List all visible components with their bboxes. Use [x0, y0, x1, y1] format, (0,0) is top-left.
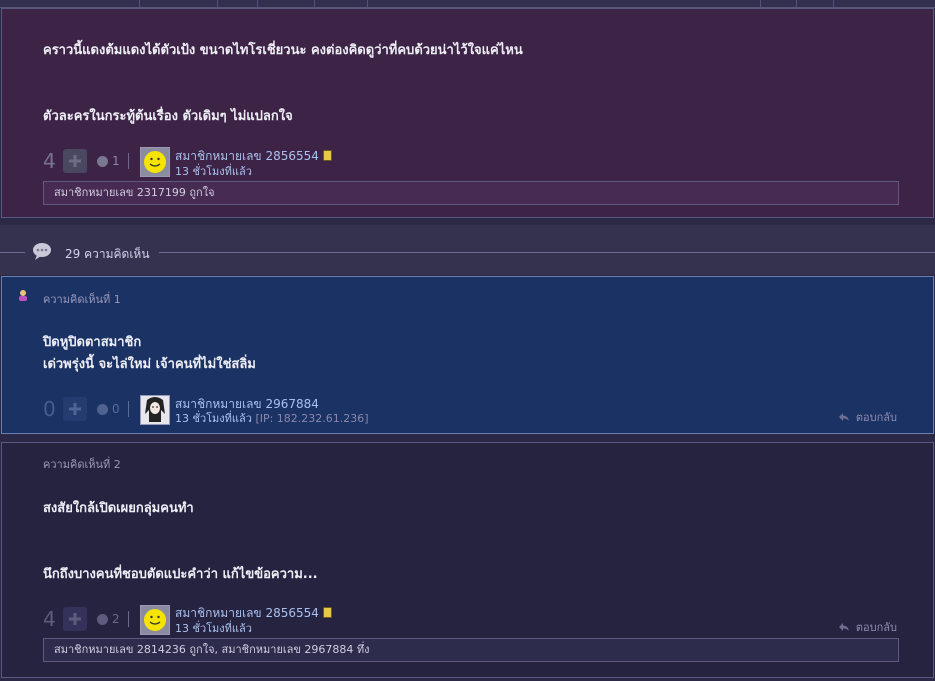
comments-divider: 29 ความคิดเห็น [0, 225, 935, 275]
reply-button[interactable]: ตอบกลับ [838, 618, 897, 636]
owner-badge-icon [322, 607, 332, 618]
anime-avatar[interactable] [140, 395, 170, 425]
top-nav-segment[interactable] [368, 0, 761, 8]
top-nav-segment[interactable] [0, 0, 140, 8]
vote-group: 4 1 [43, 149, 129, 173]
comment-text-line: นึกถึงบางคนที่ชอบตัดแปะคำว่า แก้ไขข้อควา… [43, 567, 318, 582]
vote-count: 4 [43, 149, 56, 173]
vote-plus-button[interactable] [63, 397, 87, 421]
member-name[interactable]: สมาชิกหมายเลข 2856554 [175, 606, 319, 620]
likes-bar: สมาชิกหมายเลข 2317199 ถูกใจ [43, 181, 899, 205]
plus-icon [69, 403, 81, 415]
time-text: 13 ชั่วโมงที่แล้ว [175, 412, 252, 425]
top-nav-segment[interactable] [218, 0, 258, 8]
top-nav-segment[interactable] [761, 0, 797, 8]
emotion-face-icon [97, 155, 108, 167]
smiley-avatar[interactable] [140, 605, 170, 635]
emotion-count: 1 [112, 154, 120, 168]
top-nav-segment[interactable] [797, 0, 834, 8]
plus-icon [69, 155, 81, 167]
commenter-icon [19, 290, 27, 301]
topic-post: คราวนี้แดงต้มแดงได้ตัวเป้ง ขนาดไทโรเชี่ย… [1, 8, 934, 218]
post-time: 13 ชั่วโมงที่แล้ว [175, 165, 252, 178]
post-text-line: ตัวละครในกระทู้ต้นเรื่อง ตัวเดิมๆ ไม่แปล… [43, 109, 293, 124]
divider [127, 401, 129, 417]
emotion-count: 2 [112, 612, 120, 626]
reply-label: ตอบกลับ [855, 411, 897, 424]
divider-line [0, 252, 25, 253]
comment-bubble-icon [31, 241, 53, 265]
vote-count: 0 [43, 397, 56, 421]
vote-plus-button[interactable] [63, 607, 87, 631]
smiley-avatar[interactable] [140, 147, 170, 177]
vote-group: 4 2 [43, 607, 129, 631]
divider [127, 611, 129, 627]
emotion-face-icon [97, 613, 108, 625]
top-nav-segment[interactable] [258, 0, 315, 8]
comment-text-line: เด่วพรุ่งนี้ จะไล่ใหม่ เจ้าคนที่ไม่ใช่สล… [43, 357, 256, 372]
member-name[interactable]: สมาชิกหมายเลข 2856554 [175, 149, 319, 163]
emotion-counter[interactable]: 1 [97, 154, 120, 168]
plus-icon [69, 613, 81, 625]
post-text-line: คราวนี้แดงต้มแดงได้ตัวเป้ง ขนาดไทโรเชี่ย… [43, 43, 523, 58]
ip-address: [IP: 182.232.61.236] [255, 412, 369, 425]
vote-group: 0 0 [43, 397, 129, 421]
owner-badge-icon [322, 150, 332, 161]
emotion-counter[interactable]: 0 [97, 402, 120, 416]
top-nav-segment[interactable] [140, 0, 218, 8]
comment-label: ความคิดเห็นที่ 2 [43, 458, 121, 471]
reply-arrow-icon [838, 413, 849, 421]
divider [127, 153, 129, 169]
comment-text-line: สงสัยใกล้เปิดเผยกลุ่มคนทำ [43, 501, 194, 516]
divider-line [159, 252, 935, 253]
reply-label: ตอบกลับ [855, 621, 897, 634]
post-time: 13 ชั่วโมงที่แล้ว [IP: 182.232.61.236] [175, 409, 369, 427]
emotion-counter[interactable]: 2 [97, 612, 120, 626]
vote-count: 4 [43, 607, 56, 631]
reply-button[interactable]: ตอบกลับ [838, 408, 897, 426]
comment-count: 29 ความคิดเห็น [65, 247, 150, 261]
post-time: 13 ชั่วโมงที่แล้ว [175, 622, 252, 635]
top-nav-segment[interactable] [315, 0, 368, 8]
emotion-count: 0 [112, 402, 120, 416]
top-nav-strip [0, 0, 935, 8]
smiley-face-icon [144, 609, 166, 631]
comment-label: ความคิดเห็นที่ 1 [43, 293, 121, 306]
emotion-face-icon [97, 403, 108, 415]
comment-text-line: ปิดหูปิดตาสมาชิก [43, 335, 142, 350]
anime-avatar-icon [141, 396, 169, 424]
comment-card: ความคิดเห็นที่ 1 ปิดหูปิดตาสมาชิก เด่วพร… [1, 276, 934, 434]
likes-bar: สมาชิกหมายเลข 2814236 ถูกใจ, สมาชิกหมายเ… [43, 638, 899, 662]
vote-plus-button[interactable] [63, 149, 87, 173]
reply-arrow-icon [838, 623, 849, 631]
comment-card: ความคิดเห็นที่ 2 สงสัยใกล้เปิดเผยกลุ่มคน… [1, 442, 934, 678]
smiley-face-icon [144, 151, 166, 173]
